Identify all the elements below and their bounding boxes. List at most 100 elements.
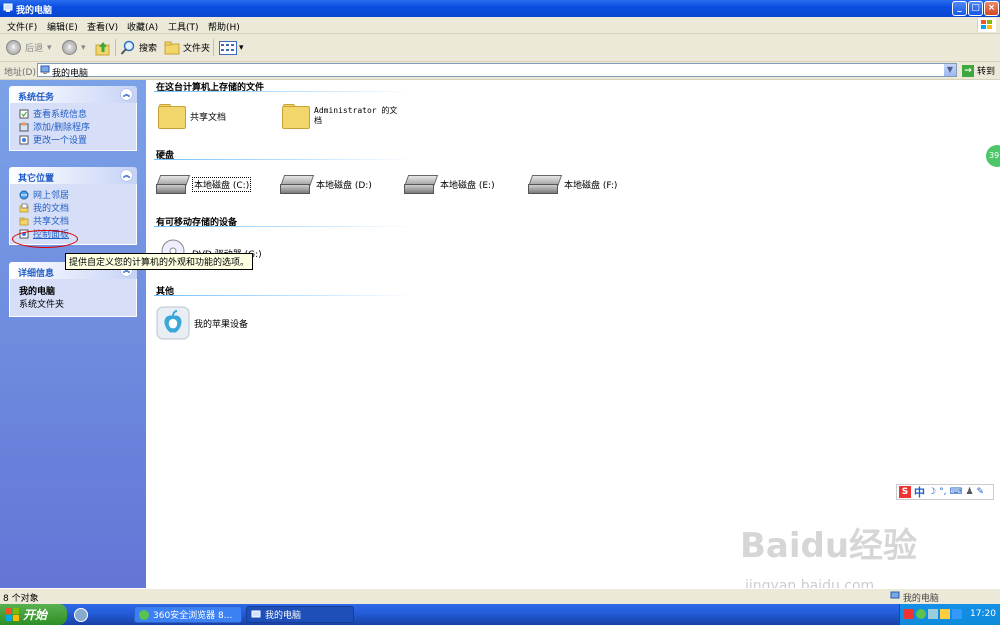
address-input[interactable]: 我的电脑 ▼ bbox=[37, 63, 957, 79]
computer-icon bbox=[40, 65, 50, 74]
menu-favorites[interactable]: 收藏(A) bbox=[127, 20, 158, 33]
sidebar-item-add-remove-programs[interactable]: 添加/删除程序 bbox=[19, 120, 136, 133]
computer-icon bbox=[3, 3, 13, 12]
folders-button[interactable]: 文件夹 bbox=[164, 39, 210, 56]
drive-f-item[interactable]: 本地磁盘 (F:) bbox=[527, 175, 617, 194]
sogou-s-icon: S bbox=[899, 486, 911, 498]
back-arrow-icon: ‹ bbox=[6, 40, 21, 55]
sidebar-item-shared-documents[interactable]: 共享文档 bbox=[19, 214, 136, 227]
shield-tray-icon[interactable] bbox=[952, 609, 962, 619]
collapse-chevron-icon[interactable]: ︽ bbox=[120, 169, 133, 182]
menu-view[interactable]: 查看(V) bbox=[87, 20, 118, 33]
taskbar-item-my-computer[interactable]: 我的电脑 bbox=[246, 606, 354, 623]
taskbar: 开始 360安全浏览器 8... 我的电脑 17:20 bbox=[0, 604, 1000, 625]
shared-documents-item[interactable]: 共享文档 bbox=[158, 104, 226, 129]
menu-bar: 文件(F) 编辑(E) 查看(V) 收藏(A) 工具(T) 帮助(H) bbox=[0, 17, 1000, 34]
admin-documents-item[interactable]: Administrator 的文 档 bbox=[282, 104, 397, 129]
minimize-button[interactable]: _ bbox=[952, 1, 967, 16]
clock[interactable]: 17:20 bbox=[970, 609, 996, 619]
other-places-header[interactable]: 其它位置 ︽ bbox=[9, 167, 137, 184]
details-name: 我的电脑 bbox=[19, 287, 56, 297]
go-arrow-icon: → bbox=[962, 64, 974, 77]
folder-icon bbox=[19, 217, 29, 225]
hard-drive-icon bbox=[403, 175, 439, 194]
up-folder-button[interactable] bbox=[95, 39, 111, 56]
control-panel-icon bbox=[19, 135, 29, 144]
address-value: 我的电脑 bbox=[52, 69, 89, 79]
views-button[interactable]: ▾ bbox=[219, 39, 244, 56]
task-pane: 系统任务 ︽ 查看系统信息 添加/删除程序 更改一个设置 其它位置 ︽ 网上邻居… bbox=[0, 80, 146, 588]
address-dropdown-button[interactable]: ▼ bbox=[944, 64, 956, 76]
computer-icon bbox=[251, 610, 261, 617]
documents-folder-icon bbox=[19, 203, 29, 212]
back-button[interactable]: ‹ 后退 ▾ bbox=[6, 39, 52, 56]
network-icon bbox=[19, 190, 29, 199]
volume-tray-icon[interactable] bbox=[940, 609, 950, 619]
content-area: 在这台计算机上存储的文件 共享文档 Administrator 的文 档 硬盘 … bbox=[146, 80, 1000, 588]
sidebar-item-change-setting[interactable]: 更改一个设置 bbox=[19, 133, 136, 146]
status-location: 我的电脑 bbox=[890, 591, 939, 604]
moon-icon: ☽ bbox=[928, 487, 937, 497]
hard-drive-icon bbox=[279, 175, 315, 194]
dropdown-arrow-icon: ▾ bbox=[47, 42, 52, 53]
menu-help[interactable]: 帮助(H) bbox=[208, 20, 240, 33]
forward-button[interactable]: › ▾ bbox=[62, 39, 86, 56]
title-bar: 我的电脑 _ □ × bbox=[0, 0, 1000, 17]
search-button[interactable]: 搜索 bbox=[120, 39, 157, 56]
system-tasks-header[interactable]: 系统任务 ︽ bbox=[9, 86, 137, 103]
go-button[interactable]: → 转到 bbox=[962, 64, 995, 77]
status-bar: 8 个对象 我的电脑 bbox=[0, 588, 1000, 604]
browser-icon bbox=[139, 609, 149, 620]
windows-logo-icon bbox=[6, 608, 19, 621]
keyboard-icon: ⌨ bbox=[949, 487, 963, 497]
sidebar-item-view-system-info[interactable]: 查看系统信息 bbox=[19, 107, 136, 120]
menu-file[interactable]: 文件(F) bbox=[7, 20, 37, 33]
security-tray-icon[interactable] bbox=[916, 609, 926, 619]
ime-toolbar[interactable]: S 中 ☽ °, ⌨ ♟ ✎ bbox=[896, 484, 994, 500]
punctuation-icon: °, bbox=[939, 487, 947, 497]
menu-edit[interactable]: 编辑(E) bbox=[47, 20, 78, 33]
system-tasks-panel: 系统任务 ︽ 查看系统信息 添加/删除程序 更改一个设置 bbox=[9, 86, 137, 151]
sidebar-item-network-places[interactable]: 网上邻居 bbox=[19, 188, 136, 201]
computer-icon bbox=[890, 591, 900, 599]
dropdown-arrow-icon: ▾ bbox=[239, 42, 244, 53]
folder-icon bbox=[158, 104, 186, 129]
address-label: 地址(D) bbox=[4, 68, 36, 78]
folder-icon bbox=[164, 41, 180, 54]
up-folder-icon bbox=[95, 41, 110, 55]
apple-device-item[interactable]: 我的苹果设备 bbox=[156, 306, 248, 340]
windows-logo-icon bbox=[977, 18, 996, 32]
collapse-chevron-icon[interactable]: ︽ bbox=[120, 88, 133, 101]
forward-arrow-icon: › bbox=[62, 40, 77, 55]
system-info-icon bbox=[19, 109, 29, 118]
close-button[interactable]: × bbox=[984, 1, 999, 16]
sogou-tray-icon[interactable] bbox=[904, 609, 914, 619]
system-tray: 17:20 bbox=[899, 604, 1000, 625]
window-title: 我的电脑 bbox=[16, 6, 53, 16]
search-icon bbox=[120, 40, 135, 55]
details-panel: 详细信息 ︽ 我的电脑 系统文件夹 bbox=[9, 262, 137, 317]
drive-d-item[interactable]: 本地磁盘 (D:) bbox=[279, 175, 372, 194]
hard-drive-icon bbox=[155, 175, 191, 194]
maximize-button[interactable]: □ bbox=[968, 1, 983, 16]
network-tray-icon[interactable] bbox=[928, 609, 938, 619]
toolbar: ‹ 后退 ▾ › ▾ 搜索 文件夹 ▾ bbox=[0, 34, 1000, 62]
views-grid-icon bbox=[219, 40, 237, 55]
folder-icon bbox=[282, 104, 310, 129]
user-icon: ♟ bbox=[965, 487, 974, 497]
control-panel-tooltip: 提供自定义您的计算机的外观和功能的选项。 bbox=[65, 253, 254, 270]
address-bar: 地址(D) 我的电脑 ▼ → 转到 bbox=[0, 62, 1000, 80]
highlight-circle bbox=[12, 230, 78, 248]
ime-mode-label: 中 bbox=[914, 486, 925, 499]
programs-icon bbox=[19, 122, 29, 131]
sidebar-item-my-documents[interactable]: 我的文档 bbox=[19, 201, 136, 214]
drive-c-item[interactable]: 本地磁盘 (C:) bbox=[155, 175, 252, 194]
quick-launch-icon[interactable] bbox=[74, 608, 88, 622]
apple-device-icon bbox=[156, 306, 190, 340]
wrench-icon: ✎ bbox=[976, 487, 985, 497]
drive-e-item[interactable]: 本地磁盘 (E:) bbox=[403, 175, 495, 194]
menu-tools[interactable]: 工具(T) bbox=[168, 20, 199, 33]
start-button[interactable]: 开始 bbox=[0, 604, 67, 625]
taskbar-item-browser[interactable]: 360安全浏览器 8... bbox=[134, 606, 242, 623]
baidu-watermark: Baidu经验 bbox=[740, 526, 918, 566]
